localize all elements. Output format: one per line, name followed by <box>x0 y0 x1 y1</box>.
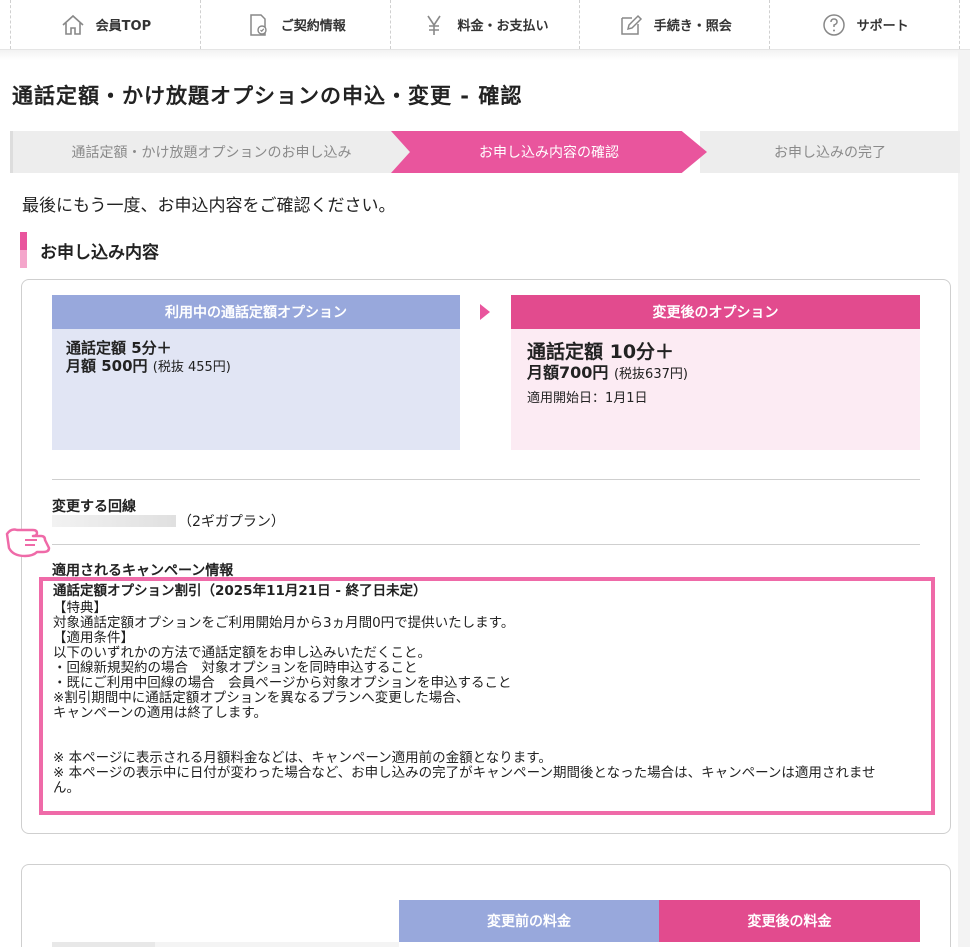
new-option-name: 通話定額 10分＋ <box>527 341 675 363</box>
campaign-note: ※ 本ページの表示中に日付が変わった場合など、お申し込みの完了がキャンペーン期間… <box>53 765 876 781</box>
masked-phone-number <box>52 515 176 527</box>
campaign-line: 以下のいずれかの方法で通話定額をお申し込みいただくこと。 <box>53 645 431 661</box>
target-line-plan: （2ギガプラン） <box>178 514 285 530</box>
current-option-tax: (税抜 455円) <box>152 360 231 375</box>
section-heading: お申し込み内容 <box>20 232 159 268</box>
current-option-body: 通話定額 5分＋ 月額 500円 (税抜 455円) <box>52 329 460 450</box>
header-shadow <box>0 50 970 60</box>
campaign-line: キャンペーンの適用は終了します。 <box>53 705 267 721</box>
fee-after-header: 変更後の料金 <box>659 900 920 942</box>
home-icon <box>62 14 84 35</box>
campaign-line: 対象通話定額オプションをご利用開始月から3ヵ月間0円で提供いたします。 <box>53 615 515 631</box>
arrow-right-icon <box>480 304 490 320</box>
current-option-price: 月額 500円 (税抜 455円) <box>66 357 446 377</box>
nav-item-support[interactable]: サポート <box>769 0 960 49</box>
nav-item-procedures[interactable]: 手続き・照会 <box>579 0 769 49</box>
lead-text: 最後にもう一度、お申込内容をご確認ください。 <box>22 196 396 216</box>
divider <box>52 479 920 480</box>
new-option-header: 変更後のオプション <box>511 295 920 329</box>
current-option-price-value: 月額 500円 <box>66 357 148 375</box>
campaign-line: 【適用条件】 <box>53 630 134 646</box>
progress-steps: 通話定額・かけ放題オプションのお申し込み お申し込みの完了 お申し込み内容の確認 <box>10 131 960 173</box>
fee-before-header: 変更前の料金 <box>399 900 659 942</box>
campaign-box: 通話定額オプション割引（2025年11月21日 - 終了日未定） 【特典】 対象… <box>39 577 935 815</box>
nav-label: 手続き・照会 <box>653 19 732 34</box>
fee-table-cell <box>155 942 399 947</box>
nav-item-billing[interactable]: 料金・お支払い <box>389 0 580 49</box>
nav-label: サポート <box>856 19 909 34</box>
divider <box>52 544 920 545</box>
nav-item-member-top[interactable]: 会員TOP <box>10 0 200 49</box>
nav-label: 料金・お支払い <box>457 19 549 34</box>
campaign-note: ん。 <box>53 780 80 796</box>
nav-label: ご契約情報 <box>280 19 346 34</box>
step-confirm-current: お申し込み内容の確認 <box>391 131 707 173</box>
campaign-line: ※割引期間中に通話定額オプションを異なるプランへ変更した場合、 <box>53 690 470 706</box>
section-title: お申し込み内容 <box>40 242 159 263</box>
contract-icon <box>249 13 267 36</box>
campaign-line: 【特典】 <box>53 600 107 616</box>
campaign-line: ・既にご利用中回線の場合 会員ページから対象オプションを申込すること <box>53 675 512 691</box>
edit-icon <box>621 14 642 35</box>
step-complete: お申し込みの完了 <box>700 131 960 173</box>
new-option-start-date: 適用開始日：1月1日 <box>527 391 648 406</box>
section-bar <box>20 232 27 268</box>
nav-item-contract[interactable]: ご契約情報 <box>199 0 390 49</box>
target-line-label: 変更する回線 <box>52 499 136 515</box>
pointing-hand-icon <box>5 528 51 558</box>
nav-label: 会員TOP <box>95 19 152 34</box>
page-title: 通話定額・かけ放題オプションの申込・変更 - 確認 <box>12 84 523 108</box>
new-option-price: 月額700円 (税抜637円) <box>527 363 904 385</box>
campaign-title: 通話定額オプション割引（2025年11月21日 - 終了日未定） <box>53 583 427 599</box>
step-apply: 通話定額・かけ放題オプションのお申し込み <box>10 131 410 173</box>
new-option-body: 通話定額 10分＋ 月額700円 (税抜637円) 適用開始日：1月1日 <box>511 329 920 450</box>
current-option-name: 通話定額 5分＋ <box>66 339 172 357</box>
top-navigation: 会員TOP ご契約情報 料金・お支払い 手続き・照会 サポート <box>0 0 970 50</box>
campaign-note: ※ 本ページに表示される月額料金などは、キャンペーン適用前の金額となります。 <box>53 750 552 766</box>
new-option-tax: (税抜637円) <box>613 367 688 382</box>
question-icon <box>822 13 845 36</box>
new-option-price-value: 月額700円 <box>527 363 609 382</box>
current-option-header: 利用中の通話定額オプション <box>52 295 460 329</box>
campaign-line: ・回線新規契約の場合 対象オプションを同時申込すること <box>53 660 418 676</box>
yen-icon <box>427 15 442 35</box>
scrollbar-track[interactable] <box>958 50 970 947</box>
